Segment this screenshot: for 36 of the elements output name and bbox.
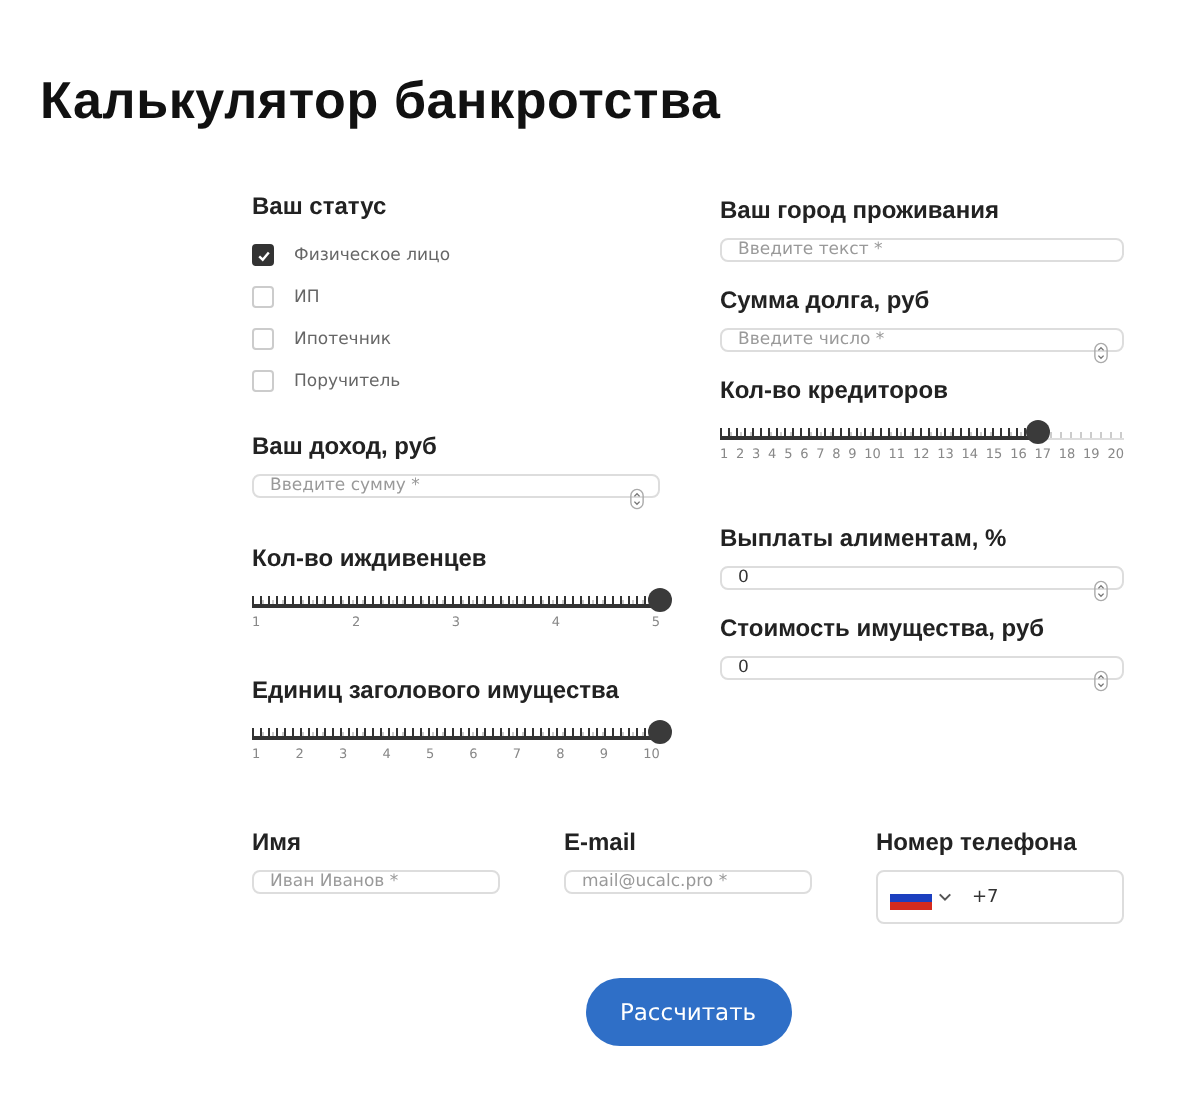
page-title: Калькулятор банкротства	[40, 68, 723, 134]
field-label: E-mail	[564, 826, 639, 858]
input-field[interactable]: 0	[720, 656, 1124, 680]
field-label: Кол-во кредиторов	[720, 374, 950, 406]
field-label: Выплаты алиментам, %	[720, 522, 1009, 554]
field-label: Стоимость имущества, руб	[720, 612, 1047, 644]
input-field[interactable]: Введите сумму *	[252, 474, 660, 498]
field-label: Сумма долга, руб	[720, 284, 932, 316]
field-label: Имя	[252, 826, 304, 858]
field-label: Номер телефона	[876, 826, 1079, 858]
field-label: Ваш город проживания	[720, 194, 1001, 226]
spinner-icon[interactable]	[1094, 342, 1108, 364]
spinner-icon[interactable]	[1094, 670, 1108, 692]
checkbox-label[interactable]: Физическое лицо	[294, 245, 451, 265]
field-label: Ваш статус	[252, 190, 389, 222]
field-label: Единиц заголового имущества	[252, 674, 621, 706]
checkbox-label[interactable]: ИП	[294, 287, 320, 307]
spinner-icon[interactable]	[630, 488, 644, 510]
input-field[interactable]: Введите текст *	[720, 238, 1124, 262]
slider-handle[interactable]	[648, 588, 672, 612]
field-label: Ваш доход, руб	[252, 430, 439, 462]
spinner-icon[interactable]	[1094, 580, 1108, 602]
field-label: Кол-во иждивенцев	[252, 542, 489, 574]
input-field[interactable]: mail@ucalc.pro *	[564, 870, 812, 894]
input-field[interactable]: Иван Иванов *	[252, 870, 500, 894]
calculate-button[interactable]: Рассчитать	[585, 978, 791, 1046]
chevron-down-icon[interactable]	[938, 892, 952, 902]
slider-handle[interactable]	[1026, 420, 1051, 444]
slider-handle[interactable]	[648, 720, 672, 744]
checkbox[interactable]	[252, 244, 274, 266]
checkbox-label[interactable]: Поручитель	[294, 371, 401, 391]
phone-code: +7	[972, 887, 999, 907]
checkbox-label[interactable]: Ипотечник	[294, 329, 392, 349]
input-field[interactable]: Введите число *	[720, 328, 1124, 352]
phone-field[interactable]: +7	[876, 870, 1124, 924]
input-field[interactable]: 0	[720, 566, 1124, 590]
